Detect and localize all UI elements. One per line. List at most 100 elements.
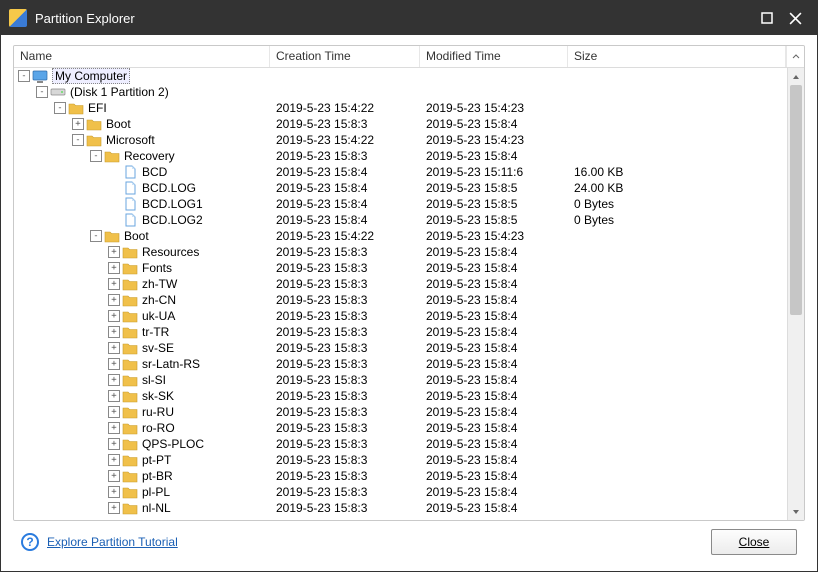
scroll-down-button[interactable] xyxy=(788,503,804,520)
table-row[interactable]: +sk-SK2019-5-23 15:8:32019-5-23 15:8:4 xyxy=(14,388,804,404)
expand-icon[interactable]: + xyxy=(108,406,120,418)
table-row[interactable]: +uk-UA2019-5-23 15:8:32019-5-23 15:8:4 xyxy=(14,308,804,324)
help-icon[interactable]: ? xyxy=(21,533,39,551)
expand-icon[interactable]: + xyxy=(108,278,120,290)
expand-icon[interactable]: + xyxy=(108,470,120,482)
table-row[interactable]: +ru-RU2019-5-23 15:8:32019-5-23 15:8:4 xyxy=(14,404,804,420)
expand-icon[interactable]: + xyxy=(108,374,120,386)
cell-name[interactable]: -Microsoft xyxy=(14,132,270,148)
expand-icon[interactable]: + xyxy=(108,422,120,434)
table-row[interactable]: +Boot2019-5-23 15:8:32019-5-23 15:8:4 xyxy=(14,116,804,132)
cell-name[interactable]: +pt-PT xyxy=(14,452,270,468)
table-row[interactable]: +pt-BR2019-5-23 15:8:32019-5-23 15:8:4 xyxy=(14,468,804,484)
expand-icon[interactable]: + xyxy=(108,326,120,338)
cell-name[interactable]: +pl-PL xyxy=(14,484,270,500)
cell-name[interactable]: -EFI xyxy=(14,100,270,116)
expand-icon[interactable]: + xyxy=(108,390,120,402)
cell-name[interactable]: -Recovery xyxy=(14,148,270,164)
table-row[interactable]: +sv-SE2019-5-23 15:8:32019-5-23 15:8:4 xyxy=(14,340,804,356)
collapse-icon[interactable]: - xyxy=(90,230,102,242)
cell-name[interactable]: -My Computer xyxy=(14,68,270,84)
table-row[interactable]: -EFI2019-5-23 15:4:222019-5-23 15:4:23 xyxy=(14,100,804,116)
col-header-modified[interactable]: Modified Time xyxy=(420,46,568,67)
expand-icon[interactable]: + xyxy=(72,118,84,130)
table-row[interactable]: +sl-SI2019-5-23 15:8:32019-5-23 15:8:4 xyxy=(14,372,804,388)
scroll-up-button[interactable] xyxy=(788,68,804,85)
cell-name[interactable]: +sk-SK xyxy=(14,388,270,404)
tutorial-link[interactable]: Explore Partition Tutorial xyxy=(47,535,178,549)
cell-name[interactable]: +uk-UA xyxy=(14,308,270,324)
cell-name[interactable]: +sv-SE xyxy=(14,340,270,356)
cell-name[interactable]: +sl-SI xyxy=(14,372,270,388)
expand-icon[interactable]: + xyxy=(108,486,120,498)
expand-icon[interactable]: + xyxy=(108,358,120,370)
cell-name[interactable]: +nl-NL xyxy=(14,500,270,516)
no-expander xyxy=(108,198,120,210)
cell-name[interactable]: -Boot xyxy=(14,228,270,244)
tree-rows[interactable]: -My Computer-(Disk 1 Partition 2)-EFI201… xyxy=(14,68,804,520)
collapse-icon[interactable]: - xyxy=(90,150,102,162)
expand-icon[interactable]: + xyxy=(108,438,120,450)
cell-name[interactable]: +ru-RU xyxy=(14,404,270,420)
table-row[interactable]: +ro-RO2019-5-23 15:8:32019-5-23 15:8:4 xyxy=(14,420,804,436)
table-row[interactable]: +QPS-PLOC2019-5-23 15:8:32019-5-23 15:8:… xyxy=(14,436,804,452)
table-row[interactable]: -Microsoft2019-5-23 15:4:222019-5-23 15:… xyxy=(14,132,804,148)
vertical-scrollbar[interactable] xyxy=(787,68,804,520)
cell-name[interactable]: +zh-TW xyxy=(14,276,270,292)
cell-name[interactable]: +Boot xyxy=(14,116,270,132)
cell-modified: 2019-5-23 15:8:4 xyxy=(420,501,568,515)
expand-icon[interactable]: + xyxy=(108,294,120,306)
table-row[interactable]: +sr-Latn-RS2019-5-23 15:8:32019-5-23 15:… xyxy=(14,356,804,372)
scroll-up-icon[interactable] xyxy=(786,46,804,67)
collapse-icon[interactable]: - xyxy=(54,102,66,114)
collapse-icon[interactable]: - xyxy=(36,86,48,98)
table-row[interactable]: +pl-PL2019-5-23 15:8:32019-5-23 15:8:4 xyxy=(14,484,804,500)
cell-name[interactable]: +Resources xyxy=(14,244,270,260)
cell-name[interactable]: +zh-CN xyxy=(14,292,270,308)
table-row[interactable]: BCD.LOG12019-5-23 15:8:42019-5-23 15:8:5… xyxy=(14,196,804,212)
table-row[interactable]: +pt-PT2019-5-23 15:8:32019-5-23 15:8:4 xyxy=(14,452,804,468)
table-row[interactable]: BCD.LOG22019-5-23 15:8:42019-5-23 15:8:5… xyxy=(14,212,804,228)
table-row[interactable]: +Fonts2019-5-23 15:8:32019-5-23 15:8:4 xyxy=(14,260,804,276)
col-header-size[interactable]: Size xyxy=(568,46,786,67)
table-row[interactable]: -Boot2019-5-23 15:4:222019-5-23 15:4:23 xyxy=(14,228,804,244)
cell-creation: 2019-5-23 15:8:3 xyxy=(270,149,420,163)
cell-name[interactable]: +pt-BR xyxy=(14,468,270,484)
cell-name[interactable]: +Fonts xyxy=(14,260,270,276)
cell-name[interactable]: BCD.LOG2 xyxy=(14,212,270,228)
close-icon[interactable] xyxy=(781,4,809,32)
scrollbar-track[interactable] xyxy=(788,85,804,503)
table-row[interactable]: -My Computer xyxy=(14,68,804,84)
table-row[interactable]: +Resources2019-5-23 15:8:32019-5-23 15:8… xyxy=(14,244,804,260)
cell-name[interactable]: -(Disk 1 Partition 2) xyxy=(14,84,270,100)
cell-name[interactable]: BCD.LOG xyxy=(14,180,270,196)
cell-name[interactable]: BCD xyxy=(14,164,270,180)
expand-icon[interactable]: + xyxy=(108,246,120,258)
cell-name[interactable]: +QPS-PLOC xyxy=(14,436,270,452)
table-row[interactable]: BCD2019-5-23 15:8:42019-5-23 15:11:616.0… xyxy=(14,164,804,180)
cell-name[interactable]: +sr-Latn-RS xyxy=(14,356,270,372)
expand-icon[interactable]: + xyxy=(108,502,120,514)
table-row[interactable]: BCD.LOG2019-5-23 15:8:42019-5-23 15:8:52… xyxy=(14,180,804,196)
table-row[interactable]: +nl-NL2019-5-23 15:8:32019-5-23 15:8:4 xyxy=(14,500,804,516)
maximize-icon[interactable] xyxy=(753,4,781,32)
table-row[interactable]: -Recovery2019-5-23 15:8:32019-5-23 15:8:… xyxy=(14,148,804,164)
expand-icon[interactable]: + xyxy=(108,454,120,466)
expand-icon[interactable]: + xyxy=(108,342,120,354)
cell-name[interactable]: +ro-RO xyxy=(14,420,270,436)
table-row[interactable]: -(Disk 1 Partition 2) xyxy=(14,84,804,100)
expand-icon[interactable]: + xyxy=(108,262,120,274)
table-row[interactable]: +tr-TR2019-5-23 15:8:32019-5-23 15:8:4 xyxy=(14,324,804,340)
close-button[interactable]: Close xyxy=(711,529,797,555)
cell-name[interactable]: +tr-TR xyxy=(14,324,270,340)
col-header-name[interactable]: Name xyxy=(14,46,270,67)
collapse-icon[interactable]: - xyxy=(72,134,84,146)
expand-icon[interactable]: + xyxy=(108,310,120,322)
scrollbar-thumb[interactable] xyxy=(790,85,802,315)
cell-name[interactable]: BCD.LOG1 xyxy=(14,196,270,212)
table-row[interactable]: +zh-CN2019-5-23 15:8:32019-5-23 15:8:4 xyxy=(14,292,804,308)
table-row[interactable]: +zh-TW2019-5-23 15:8:32019-5-23 15:8:4 xyxy=(14,276,804,292)
collapse-icon[interactable]: - xyxy=(18,70,30,82)
col-header-creation[interactable]: Creation Time xyxy=(270,46,420,67)
item-name: BCD xyxy=(142,165,171,179)
